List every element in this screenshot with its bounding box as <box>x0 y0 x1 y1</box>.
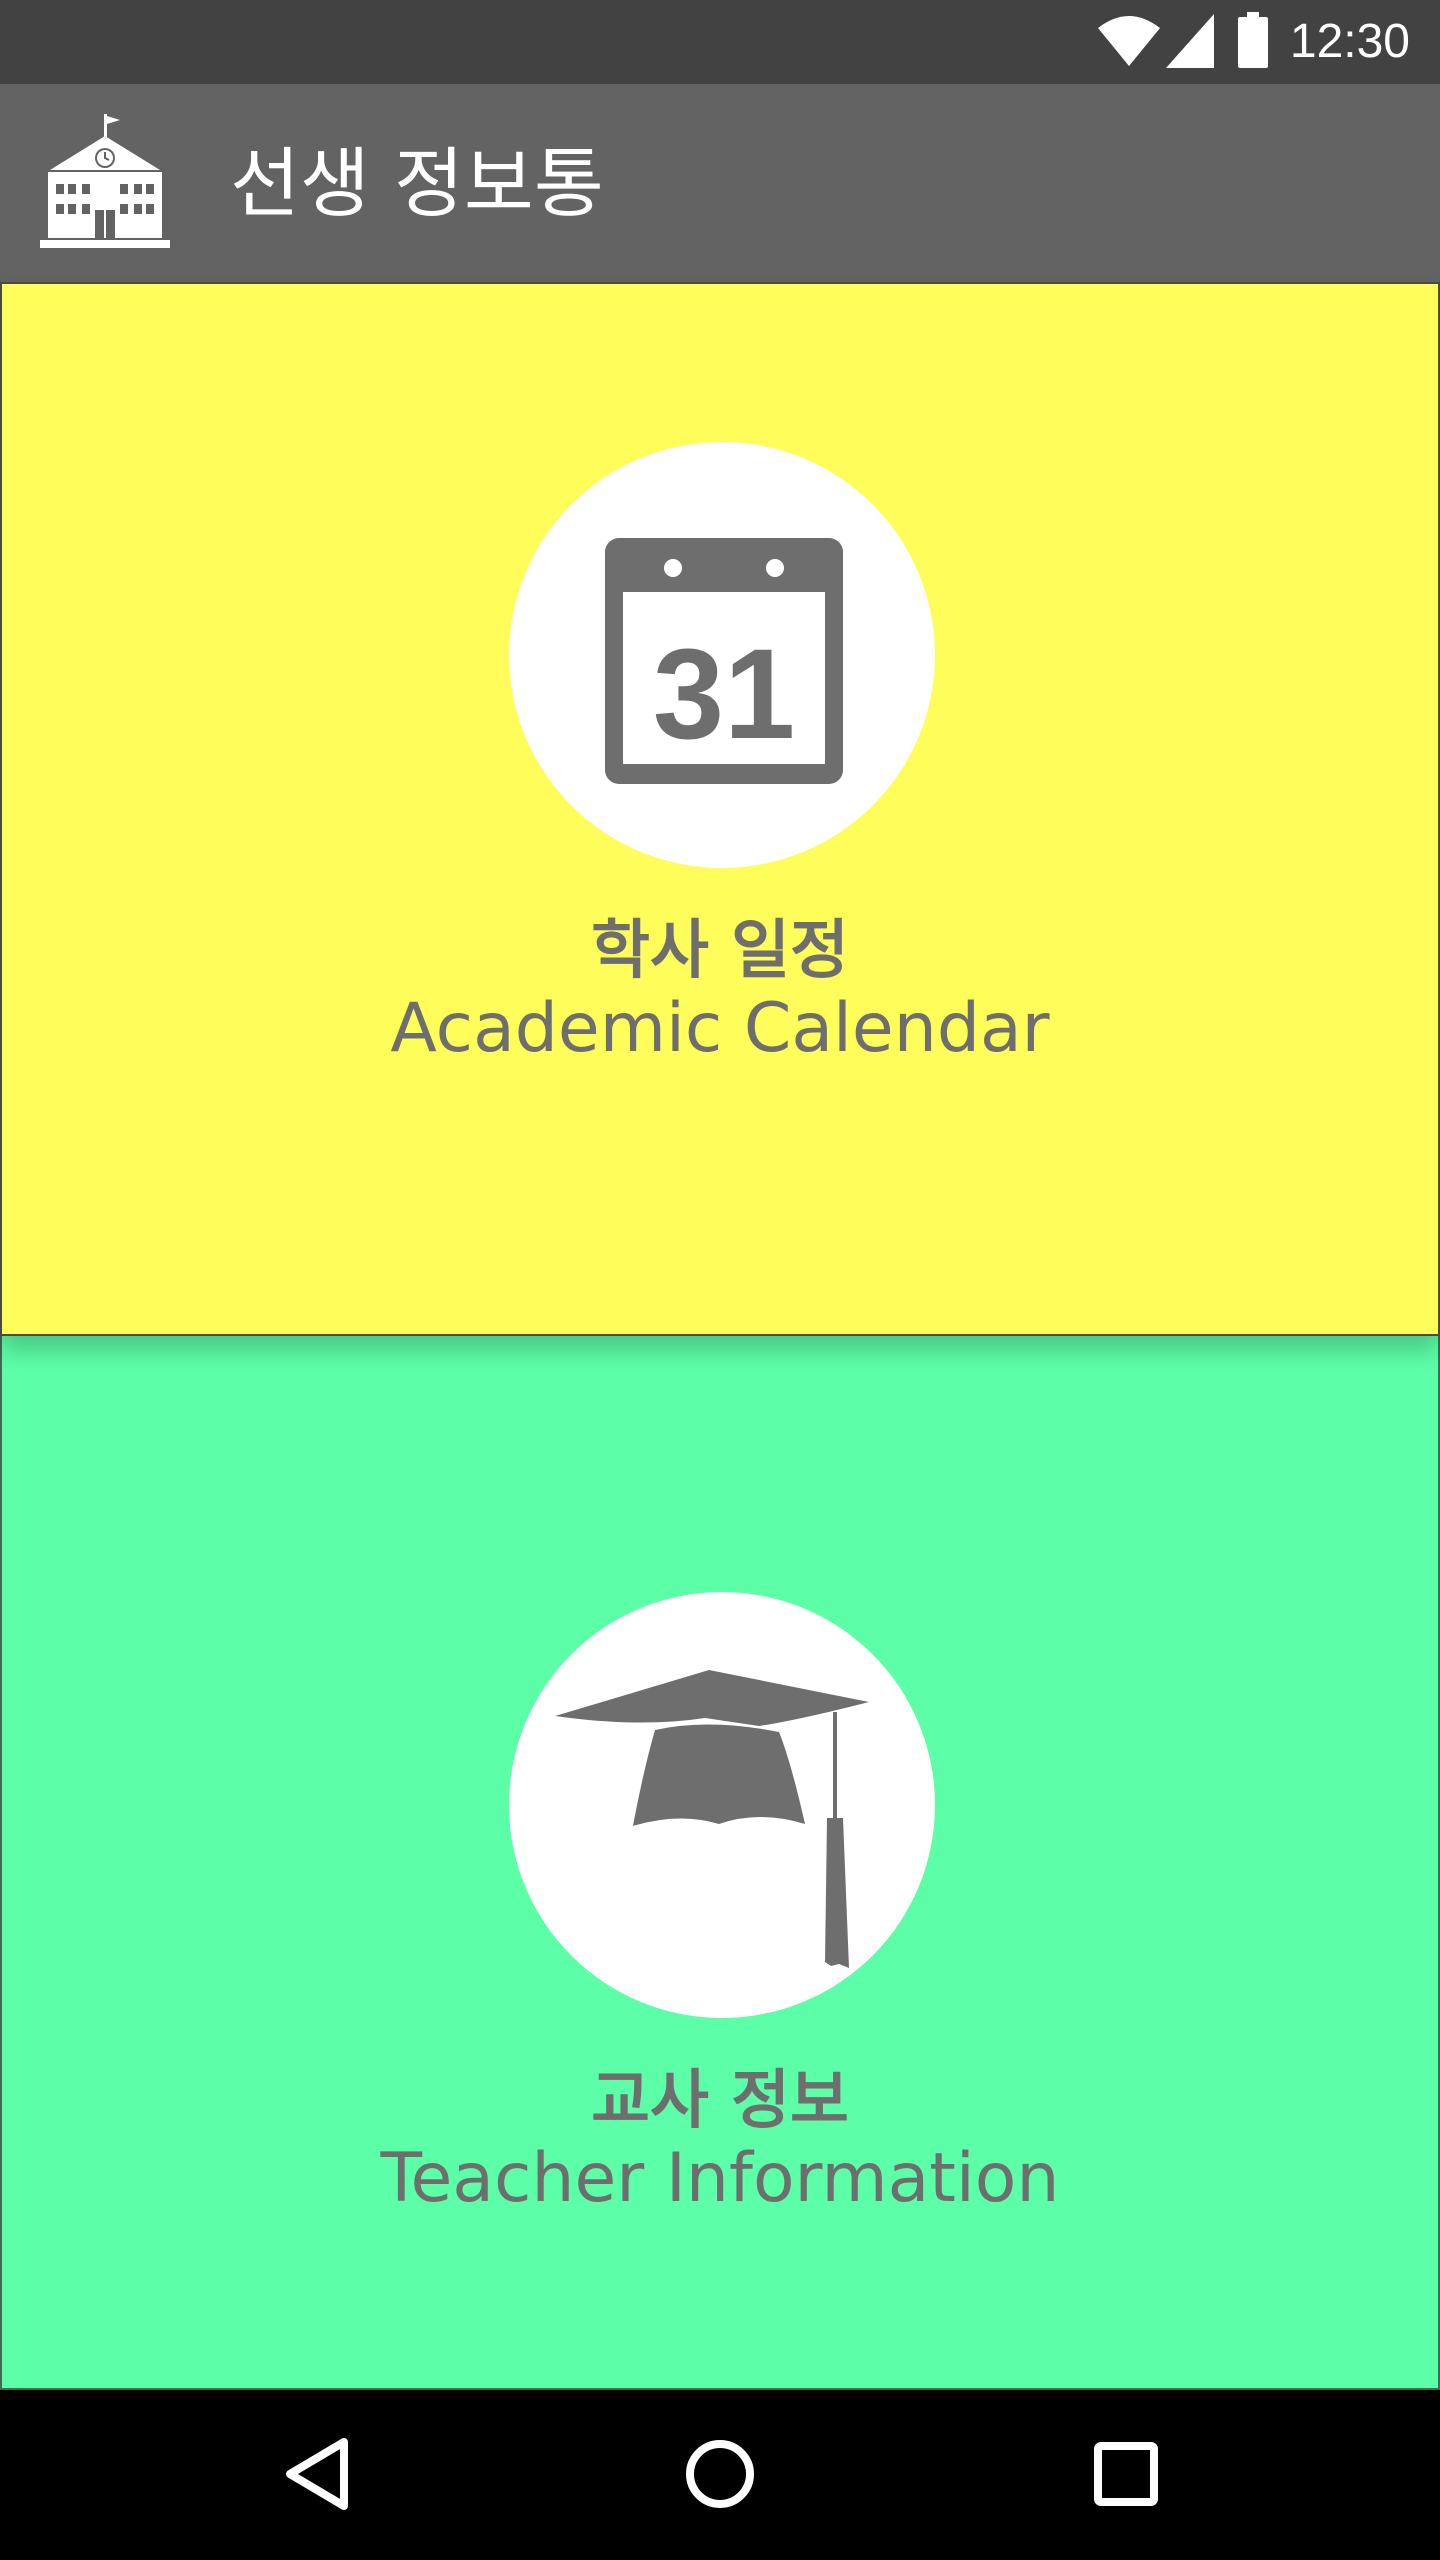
graduation-cap-icon <box>555 1670 869 1968</box>
status-bar: 12:30 <box>0 0 1440 84</box>
back-icon <box>286 2438 348 2510</box>
tile-subtitle-teacher-information: Teacher Information <box>380 2139 1060 2218</box>
calendar-date-text: 31 <box>653 623 795 766</box>
status-time: 12:30 <box>1289 15 1410 68</box>
home-icon <box>686 2440 754 2508</box>
screen: 12:30 선생 정보통 31 학사 일정 Academic Calendar … <box>0 0 1440 2560</box>
recents-button[interactable] <box>1046 2390 1206 2560</box>
wifi-icon <box>1098 16 1160 66</box>
academic-calendar-tile[interactable]: 31 학사 일정 Academic Calendar <box>0 282 1440 1336</box>
battery-icon <box>1238 12 1268 68</box>
home-button[interactable] <box>640 2390 800 2560</box>
calendar-icon: 31 <box>605 538 843 784</box>
app-bar: 선생 정보통 <box>0 84 1440 282</box>
graduation-cap-icon-circle <box>509 1592 935 2018</box>
tile-title-academic-calendar: 학사 일정 <box>591 914 849 988</box>
navigation-bar <box>0 2390 1440 2560</box>
recents-icon <box>1094 2442 1158 2506</box>
cell-signal-icon <box>1166 14 1214 68</box>
school-building-icon <box>40 114 170 248</box>
calendar-icon-circle: 31 <box>509 442 935 868</box>
tile-title-teacher-information: 교사 정보 <box>591 2064 849 2138</box>
back-button[interactable] <box>236 2390 396 2560</box>
app-title: 선생 정보통 <box>230 139 604 228</box>
teacher-information-tile[interactable]: 교사 정보 Teacher Information <box>0 1334 1440 2390</box>
tile-subtitle-academic-calendar: Academic Calendar <box>390 989 1050 1068</box>
